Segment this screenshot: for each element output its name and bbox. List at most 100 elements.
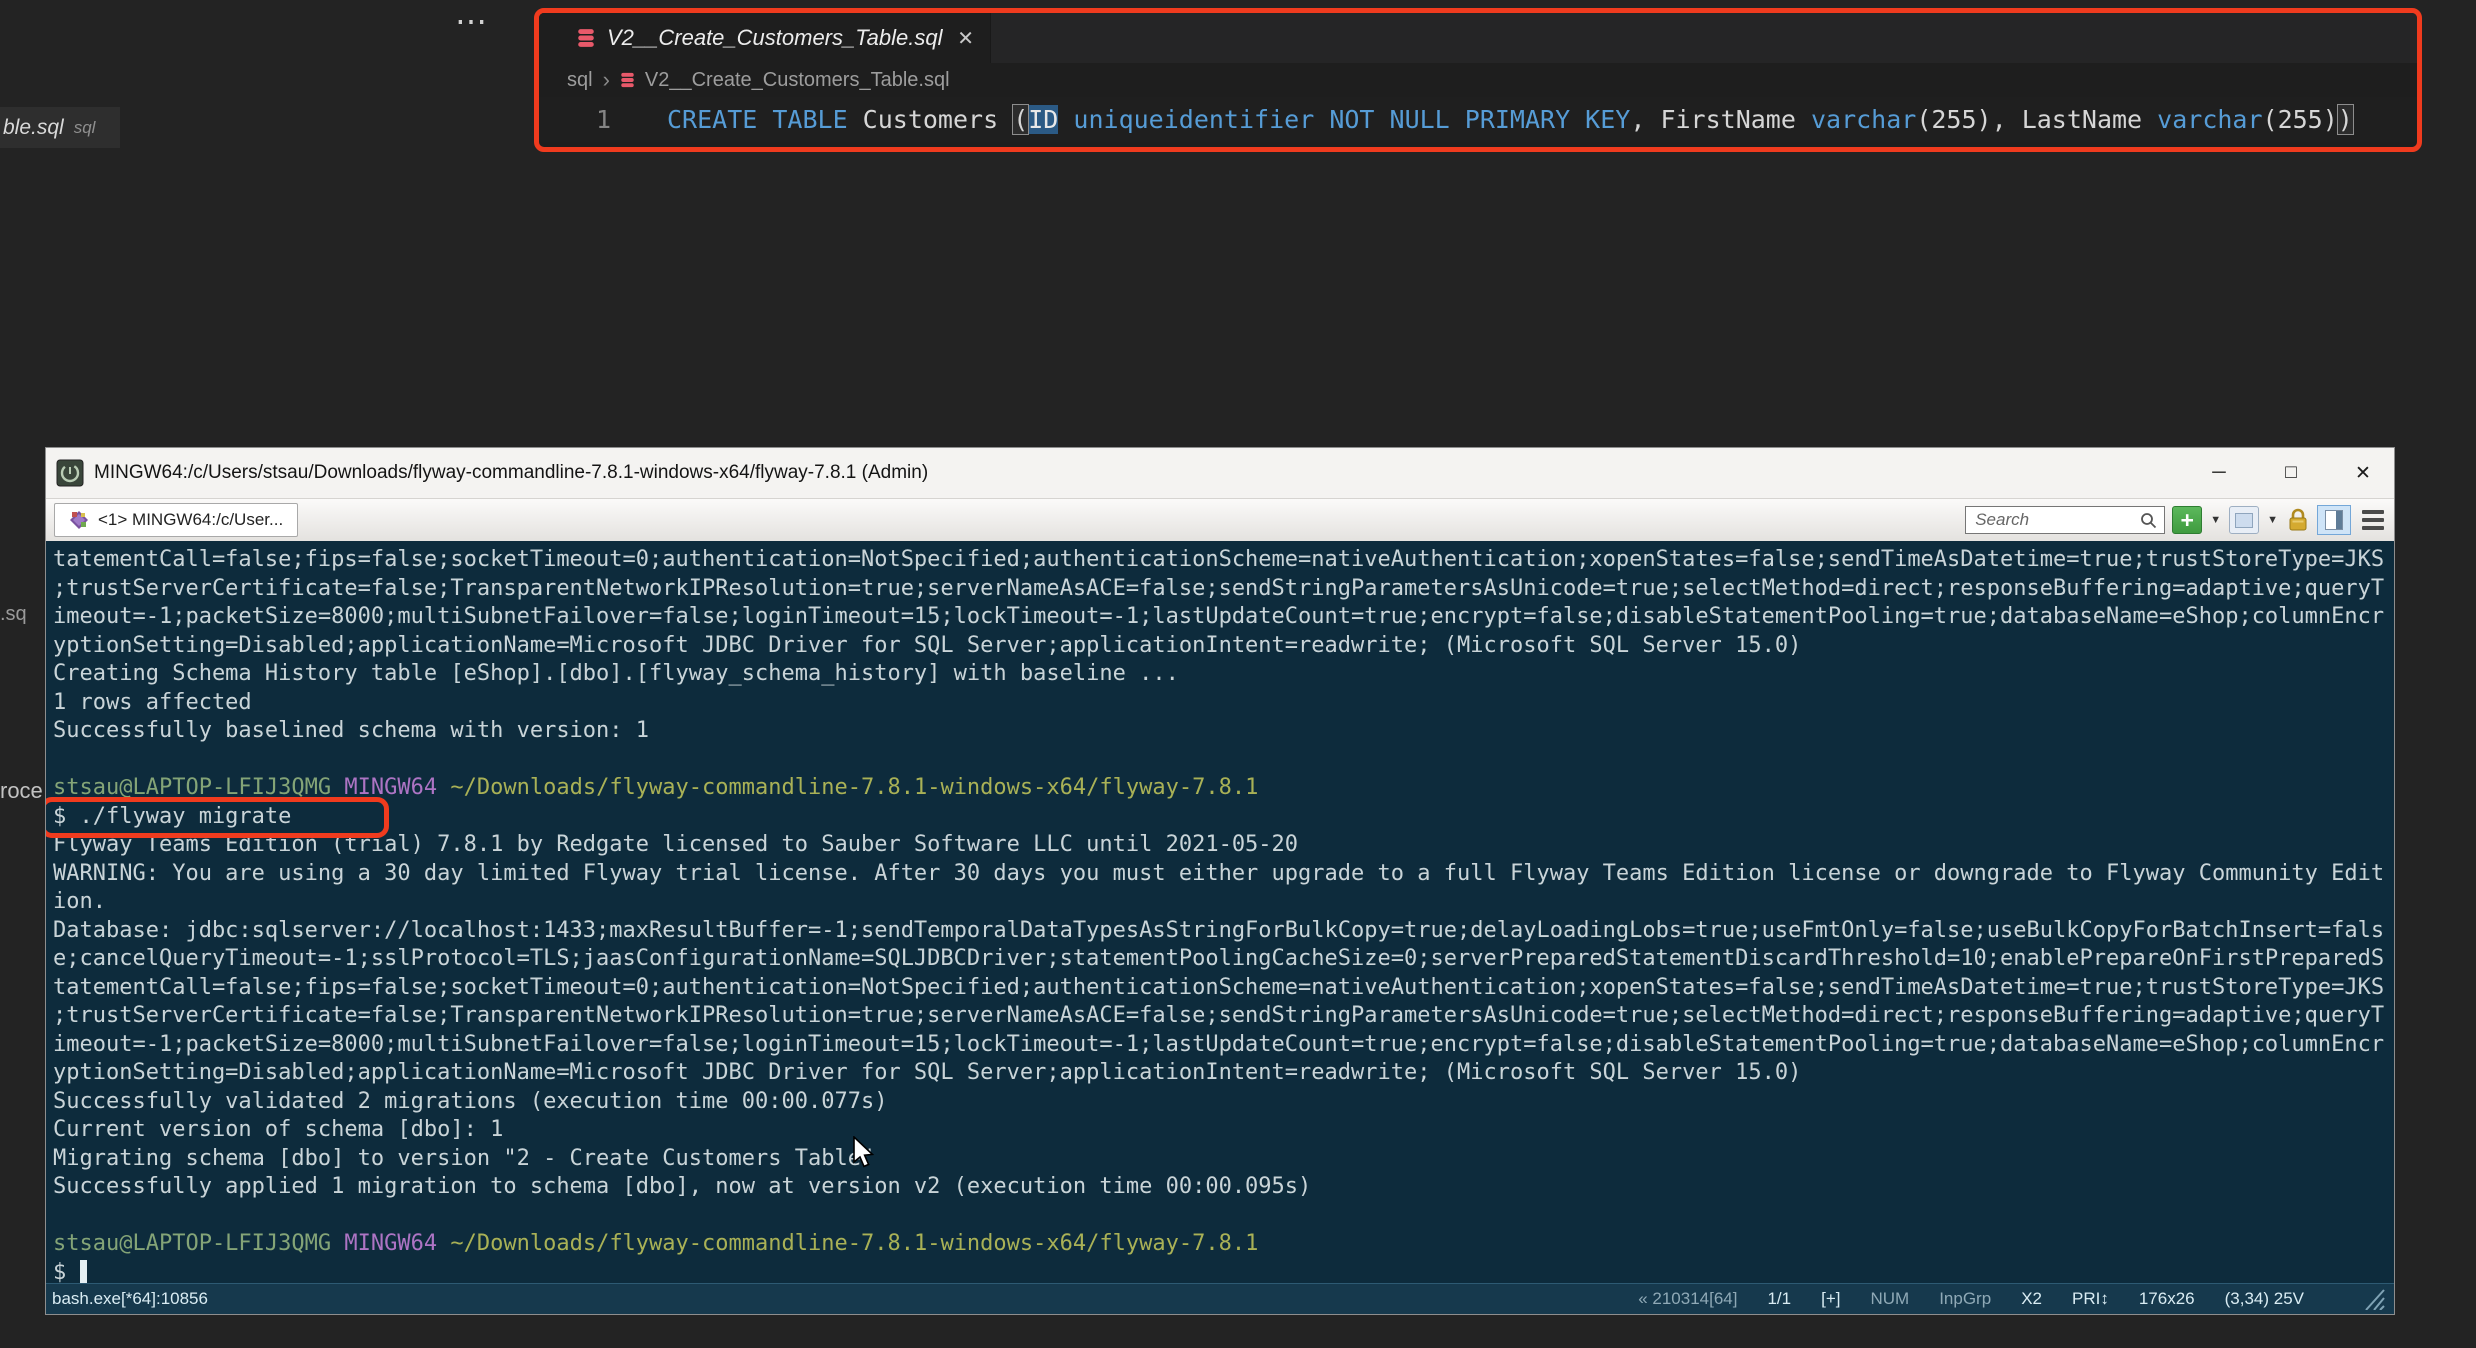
editor-actions-ellipsis-icon[interactable]: ⋯ (455, 2, 489, 40)
editor-window-annotated: V2__Create_Customers_Table.sql ✕ sql › V… (534, 8, 2422, 152)
prompt-plain (331, 775, 344, 800)
minimize-button[interactable]: ─ (2188, 448, 2250, 498)
breadcrumb-filename[interactable]: V2__Create_Customers_Table.sql (645, 69, 950, 92)
terminal-line: stsau@LAPTOP-LFIJ3QMG MINGW64 ~/Download… (53, 774, 2394, 803)
background-text-fragment: roce (0, 778, 43, 803)
chevron-right-icon: › (602, 67, 610, 92)
prompt-path: ~/Downloads/flyway-commandline-7.8.1-win… (450, 1231, 1259, 1256)
terminal-tab-bar: <1> MINGW64:/c/User... + ▼ ▼ (46, 498, 2394, 541)
terminal-line: yptionSetting=Disabled;applicationName=M… (53, 632, 1802, 658)
prompt-env: MINGW64 (344, 775, 438, 800)
prompt-env: MINGW64 (344, 1231, 438, 1256)
status-segment: PRI↕ (2071, 1289, 2109, 1308)
panel-glyph-icon (2325, 510, 2343, 530)
terminal-window: MINGW64:/c/Users/stsau/Downloads/flyway-… (45, 447, 2395, 1315)
code-token: CREATE TABLE (667, 105, 863, 134)
editor-tab-sql-file[interactable]: V2__Create_Customers_Table.sql ✕ (539, 13, 991, 63)
terminal-line: Successfully applied 1 migration to sche… (53, 1174, 1312, 1199)
status-segment: 176x26 (2138, 1289, 2195, 1308)
prompt-plain (437, 1231, 450, 1256)
terminal-status-bar: bash.exe[*64]:10856 « 210314[64] 1/1 [+] NU… (46, 1283, 2394, 1314)
terminal-line: $ (53, 1259, 2394, 1283)
close-button[interactable]: ✕ (2332, 448, 2394, 498)
mouse-pointer-icon (852, 1136, 878, 1170)
terminal-tab-active[interactable]: <1> MINGW64:/c/User... (54, 503, 299, 537)
terminal-line: 1 rows affected (53, 689, 252, 715)
code-token: , FirstName (1630, 105, 1811, 134)
terminal-line: ;trustServerCertificate=false;Transparen… (53, 1003, 2385, 1028)
screen: { "fragments": { "partial_tab_filename":… (0, 0, 2476, 1348)
terminal-line: $ ./flyway migrate (53, 803, 2394, 832)
status-segment: X2 (2021, 1289, 2042, 1308)
terminal-line: Successfully baselined schema with versi… (53, 718, 650, 743)
database-icon (577, 28, 595, 48)
prompt-plain (437, 775, 450, 800)
terminal-line: ion. (53, 889, 106, 914)
status-right: « 210314[64] 1/1 [+] NUM InpGrp X2 PRI↕ 176x26 (… (1608, 1289, 2304, 1309)
console-switch-button[interactable] (2229, 506, 2260, 534)
terminal-title-text: MINGW64:/c/Users/stsau/Downloads/flyway-… (94, 462, 929, 483)
prompt-user: stsau@LAPTOP-LFIJ3QMG (53, 1231, 332, 1256)
terminal-cursor (79, 1259, 87, 1283)
msys-bash-icon (69, 510, 89, 530)
chevron-down-icon[interactable]: ▼ (2266, 514, 2279, 526)
menu-icon[interactable] (2362, 510, 2384, 530)
terminal-output[interactable]: tatementCall=false;fips=false;socketTime… (46, 541, 2394, 1283)
search-box (1965, 506, 2166, 534)
new-console-button[interactable]: + (2172, 506, 2203, 534)
code-line[interactable]: 1 CREATE TABLE Customers (ID uniqueident… (539, 97, 2417, 142)
resize-grip[interactable] (2360, 1288, 2386, 1310)
panel-toggle-button[interactable] (2317, 505, 2351, 535)
terminal-line: Successfully validated 2 migrations (exe… (53, 1088, 888, 1114)
command-annotated: $ ./flyway migrate (53, 803, 292, 829)
code-token: (255) (2262, 105, 2338, 134)
terminal-line: imeout=-1;packetSize=8000;multiSubnetFai… (53, 1031, 2385, 1057)
code-token: Customers (862, 105, 1014, 134)
status-segment: 1/1 (1767, 1289, 1792, 1308)
terminal-line: Database: jdbc:sqlserver://localhost:143… (53, 917, 2385, 943)
lock-icon[interactable] (2286, 507, 2310, 533)
terminal-title-bar[interactable]: MINGW64:/c/Users/stsau/Downloads/flyway-… (46, 448, 2394, 498)
terminal-line: WARNING: You are using a 30 day limited … (53, 860, 2385, 886)
code-token: uniqueidentifier (1073, 105, 1315, 134)
editor-tab-filename: V2__Create_Customers_Table.sql (607, 25, 943, 50)
terminal-line: stsau@LAPTOP-LFIJ3QMG MINGW64 ~/Download… (53, 1230, 2394, 1259)
code-token: varchar (1810, 105, 1917, 134)
terminal-line: ;trustServerCertificate=false;Transparen… (53, 575, 2385, 601)
conemu-app-icon (56, 459, 84, 487)
status-segment: « 210314[64] (1638, 1289, 1738, 1308)
terminal-line: Creating Schema History table [eShop].[d… (53, 661, 1179, 686)
line-number: 1 (595, 105, 611, 134)
partial-tab-language: sql (73, 117, 96, 137)
terminal-line: imeout=-1;packetSize=8000;multiSubnetFai… (53, 604, 2385, 629)
code-token: , LastName (1991, 105, 2158, 134)
close-icon[interactable]: ✕ (957, 26, 974, 51)
status-segment: (3,34) 25V (2224, 1289, 2304, 1308)
status-segment: [+] (1821, 1289, 1841, 1308)
code-token: (255) (1916, 105, 1992, 134)
editor-tab-bar: V2__Create_Customers_Table.sql ✕ (539, 13, 2417, 63)
search-input[interactable] (1973, 509, 2140, 531)
breadcrumb-folder[interactable]: sql (567, 69, 593, 92)
window-glyph-icon (2235, 512, 2254, 528)
code-token: ( (1012, 104, 1030, 135)
database-icon (620, 72, 635, 88)
chevron-down-icon[interactable]: ▼ (2209, 514, 2222, 526)
background-partial-tab[interactable]: ble.sql sql (0, 107, 120, 148)
terminal-line: Current version of schema [dbo]: 1 (53, 1117, 504, 1142)
status-segment: NUM (1870, 1289, 1910, 1308)
code-token: ) (2336, 104, 2354, 135)
code-token: ID (1028, 105, 1059, 134)
terminal-line: tatementCall=false;fips=false;socketTime… (53, 547, 2385, 572)
code-token: NOT NULL PRIMARY KEY (1329, 105, 1631, 134)
status-process: bash.exe[*64]:10856 (52, 1289, 208, 1308)
terminal-line: Flyway Teams Edition (trial) 7.8.1 by Re… (53, 832, 1299, 857)
status-segment: InpGrp (1939, 1289, 1992, 1308)
maximize-button[interactable]: □ (2260, 448, 2322, 498)
search-icon[interactable] (2139, 511, 2157, 529)
breadcrumb: sql › V2__Create_Customers_Table.sql (539, 63, 2417, 97)
